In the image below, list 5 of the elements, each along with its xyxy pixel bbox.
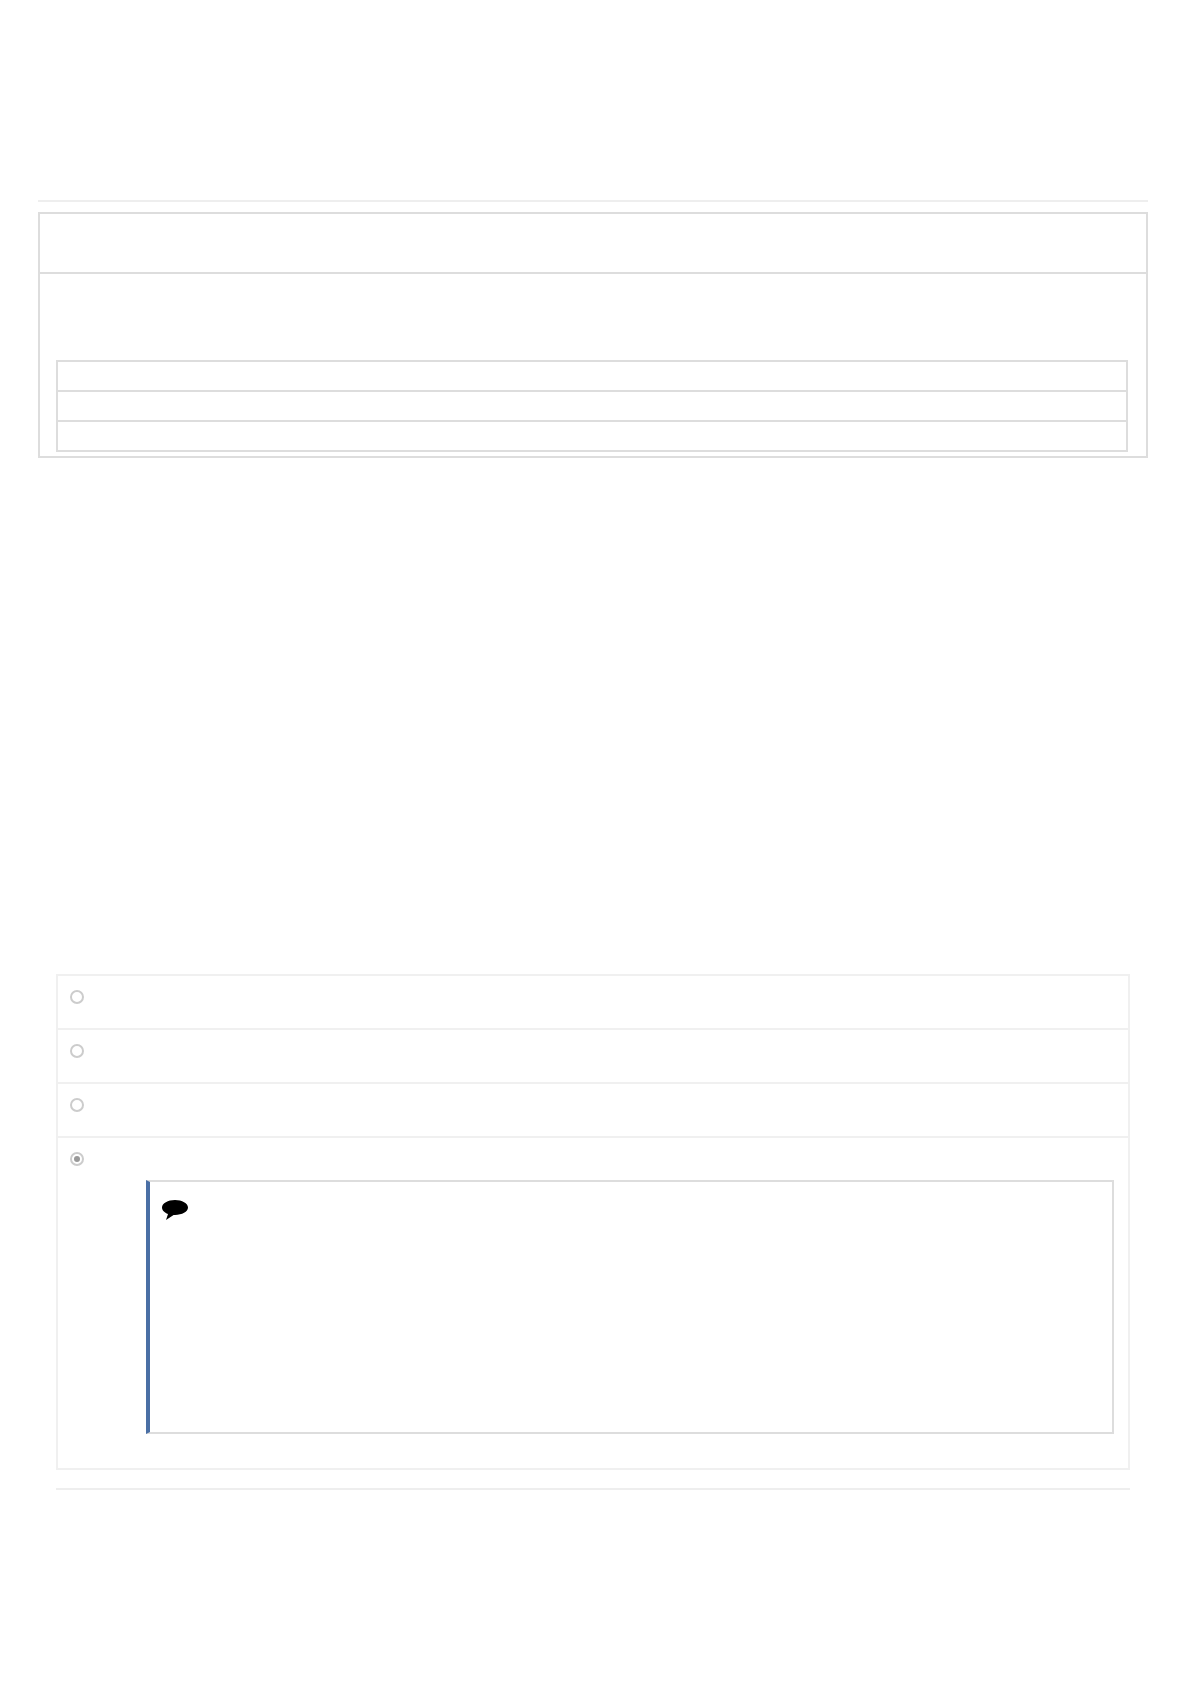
- speech-bubble-icon: [162, 1200, 188, 1220]
- radio-button[interactable]: [70, 1044, 84, 1058]
- radio-button[interactable]: [70, 1098, 84, 1112]
- radio-button[interactable]: [70, 1152, 84, 1166]
- radio-button[interactable]: [70, 990, 84, 1004]
